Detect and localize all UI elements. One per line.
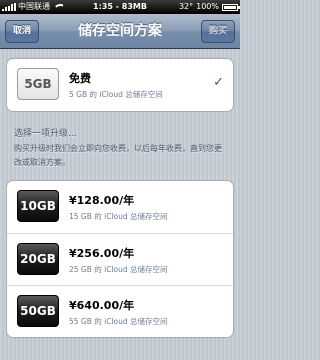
storage-badge: 20GB	[17, 243, 59, 275]
checkmark-icon: ✓	[213, 75, 224, 90]
upgrade-billing-note: 购买升级时我们会立即向您收费，以后每年收费，直到您更改或取消方案。	[14, 144, 222, 167]
plan-description: 5 GB 的 iCloud 总储存空间	[69, 90, 163, 99]
plan-price: ¥640.00/年	[69, 299, 135, 312]
status-right: 32° 100%	[178, 0, 240, 14]
battery-icon	[222, 3, 240, 11]
storage-badge: 50GB	[17, 295, 59, 327]
storage-badge: 5GB	[17, 68, 59, 100]
navigation-bar: 取消 储存空间方案 购买	[0, 14, 240, 49]
plan-description: 25 GB 的 iCloud 总储存空间	[69, 265, 168, 274]
current-plan-group: 5GB 免费 5 GB 的 iCloud 总储存空间 ✓	[6, 58, 234, 112]
plan-row-free[interactable]: 5GB 免费 5 GB 的 iCloud 总储存空间 ✓	[7, 59, 233, 111]
plan-description: 55 GB 的 iCloud 总储存空间	[69, 317, 168, 326]
plan-row-20gb[interactable]: 20GB ¥256.00/年 25 GB 的 iCloud 总储存空间	[7, 233, 233, 285]
plan-price: ¥128.00/年	[69, 194, 135, 207]
storage-badge: 10GB	[17, 190, 59, 222]
buy-button[interactable]: 购买	[200, 20, 235, 43]
temperature: 32°	[178, 2, 194, 11]
upgrade-plan-group: 10GB ¥128.00/年 15 GB 的 iCloud 总储存空间 20GB…	[6, 180, 234, 338]
plan-price: ¥256.00/年	[69, 247, 135, 260]
plan-name: 免费	[69, 72, 91, 85]
status-bar: 中国联通 1:35 - 83MB 32° 100%	[0, 0, 240, 14]
upgrade-section-label: 选择一项升级...	[14, 129, 77, 139]
battery-percent: 100%	[196, 2, 219, 11]
plan-description: 15 GB 的 iCloud 总储存空间	[69, 212, 168, 221]
plan-row-10gb[interactable]: 10GB ¥128.00/年 15 GB 的 iCloud 总储存空间	[7, 181, 233, 233]
cancel-button[interactable]: 取消	[5, 20, 40, 43]
plan-row-50gb[interactable]: 50GB ¥640.00/年 55 GB 的 iCloud 总储存空间	[7, 285, 233, 337]
page-title: 储存空间方案	[78, 23, 162, 39]
